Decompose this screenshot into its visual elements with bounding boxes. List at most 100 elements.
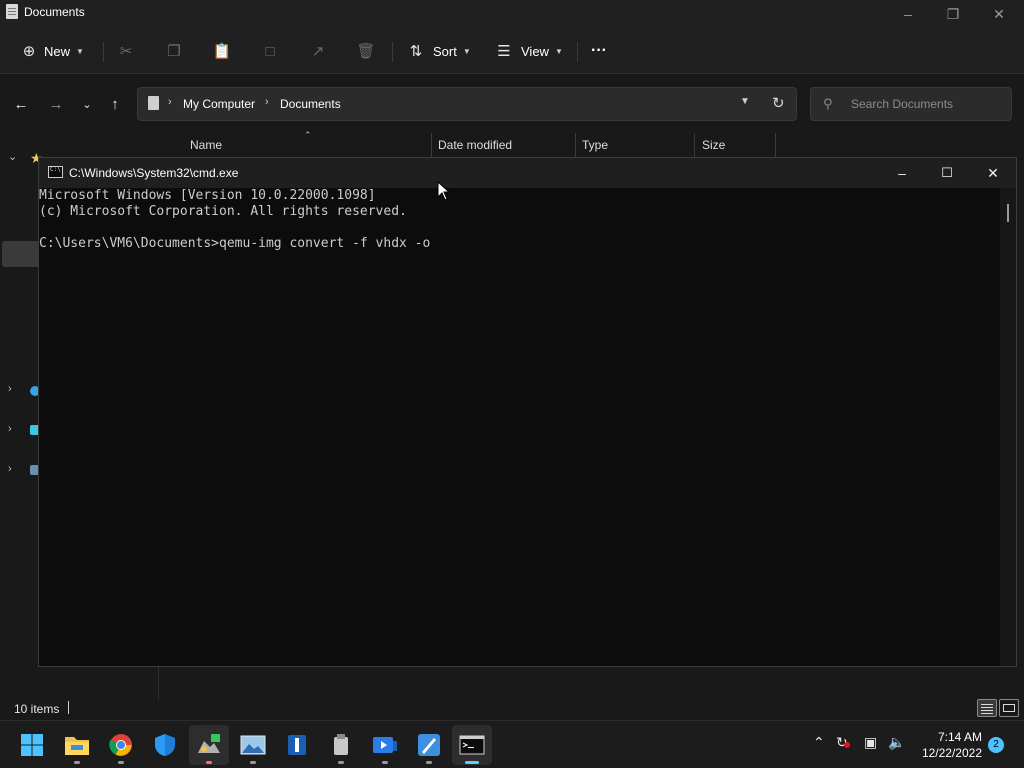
status-divider: [68, 701, 69, 714]
notification-badge[interactable]: 2: [988, 737, 1004, 753]
cmd-scrollbar[interactable]: [1000, 188, 1016, 666]
show-hidden-icons-chevron-icon[interactable]: ⌃: [813, 734, 825, 751]
taskbar-app-9[interactable]: [365, 725, 405, 765]
console-prompt-line[interactable]: C:\Users\VM6\Documents>qemu-img convert …: [39, 236, 430, 251]
windows-logo-icon: [21, 734, 43, 756]
details-view-button[interactable]: [977, 699, 997, 717]
taskbar-windows-security[interactable]: [145, 725, 185, 765]
address-dropdown-icon[interactable]: ▼: [740, 96, 750, 107]
breadcrumb-documents[interactable]: Documents: [280, 97, 341, 111]
taskbar-file-explorer[interactable]: [57, 725, 97, 765]
media-icon: [373, 737, 397, 753]
taskbar-app-7[interactable]: [277, 725, 317, 765]
chrome-icon: [109, 734, 132, 756]
clipboard-icon: 📋: [212, 43, 232, 60]
taskbar-app-10[interactable]: [409, 725, 449, 765]
column-header-name[interactable]: Name: [190, 133, 432, 157]
scrollbar-thumb[interactable]: [1007, 204, 1009, 222]
taskbar-command-prompt[interactable]: [452, 725, 492, 765]
back-arrow-icon[interactable]: ←: [10, 93, 32, 115]
plus-circle-icon: ⊕: [22, 43, 36, 60]
command-prompt-window: C:\Windows\System32\cmd.exe – ☐ ✕ Micros…: [38, 157, 1017, 667]
restore-button[interactable]: ❐: [930, 0, 976, 28]
trash-icon: 🗑: [356, 43, 376, 60]
search-icon: ⚲: [823, 96, 833, 111]
expand-chevron-icon[interactable]: ›: [8, 463, 12, 475]
tiles-view-button[interactable]: [999, 699, 1019, 717]
running-indicator: [74, 761, 80, 764]
cut-button[interactable]: ✂: [117, 36, 135, 66]
up-arrow-icon[interactable]: ↑: [104, 93, 126, 115]
command-bar: ⊕ New ▼ ✂ ❐ 📋 □ ↗ 🗑 ⇅ Sort ▼ ☰ View ▼ ··…: [0, 28, 1024, 74]
column-header-date-modified[interactable]: Date modified: [438, 133, 576, 157]
new-button-label: New: [44, 43, 71, 59]
view-list-icon: ☰: [497, 43, 511, 60]
view-button-label: View: [521, 43, 549, 59]
search-input[interactable]: [851, 96, 1001, 112]
taskbar-app-active[interactable]: [189, 725, 229, 765]
rename-button[interactable]: □: [261, 36, 279, 66]
delete-button[interactable]: 🗑: [356, 36, 376, 66]
share-icon: ↗: [311, 43, 325, 60]
volume-icon[interactable]: 🔈: [888, 734, 905, 751]
expand-chevron-icon[interactable]: ›: [8, 383, 12, 395]
column-header-size[interactable]: Size: [702, 133, 776, 157]
breadcrumb-my-computer[interactable]: My Computer: [183, 97, 255, 111]
address-row: ← → ⌄ ↑ › My Computer › Documents ▼ ↻ ⚲: [0, 75, 1024, 133]
cmd-titlebar[interactable]: C:\Windows\System32\cmd.exe – ☐ ✕: [39, 158, 1016, 188]
app-icon: [198, 734, 220, 753]
network-icon[interactable]: ▣: [864, 734, 877, 751]
chevron-down-icon: ▼: [554, 46, 563, 56]
expand-chevron-icon[interactable]: ⌄: [8, 150, 17, 163]
expand-chevron-icon[interactable]: ›: [8, 423, 12, 435]
recent-locations-chevron-icon[interactable]: ⌄: [76, 93, 98, 115]
shield-icon: [155, 734, 175, 756]
running-indicator: [206, 761, 212, 764]
cmd-minimize-button[interactable]: –: [879, 158, 925, 188]
new-button[interactable]: ⊕ New ▼: [20, 36, 84, 66]
cmd-window-title: C:\Windows\System32\cmd.exe: [69, 166, 239, 180]
document-icon: [148, 96, 159, 110]
running-indicator: [338, 761, 344, 764]
breadcrumb-chevron-icon[interactable]: ›: [168, 96, 172, 108]
share-button[interactable]: ↗: [309, 36, 327, 66]
minimize-button[interactable]: –: [885, 0, 931, 28]
cmd-maximize-button[interactable]: ☐: [924, 158, 970, 188]
column-header-type[interactable]: Type: [582, 133, 695, 157]
copy-icon: ❐: [167, 43, 181, 60]
chevron-down-icon: ▼: [76, 46, 84, 56]
console-output[interactable]: Microsoft Windows [Version 10.0.22000.10…: [39, 188, 1001, 666]
taskbar-app-8[interactable]: [321, 725, 361, 765]
selected-nav-item[interactable]: [2, 241, 42, 267]
scissors-icon: ✂: [119, 43, 133, 60]
view-button[interactable]: ☰ View ▼: [495, 36, 563, 66]
clock-time: 7:14 AM: [937, 730, 982, 744]
start-button[interactable]: [12, 725, 52, 765]
folder-icon: [65, 737, 89, 755]
sort-icon: ⇅: [409, 43, 423, 60]
sort-button-label: Sort: [433, 43, 457, 59]
toolbar-divider: [392, 42, 393, 62]
taskbar-photos[interactable]: [233, 725, 273, 765]
search-box[interactable]: ⚲: [810, 87, 1012, 121]
sync-icon[interactable]: ↻: [836, 734, 850, 751]
explorer-titlebar[interactable]: Documents – ❐ ✕: [0, 0, 1024, 28]
more-options-button[interactable]: ···: [591, 36, 607, 66]
clock-date: 12/22/2022: [921, 746, 982, 760]
copy-button[interactable]: ❐: [165, 36, 183, 66]
running-indicator: [382, 761, 388, 764]
terminal-icon: [459, 735, 485, 755]
cmd-close-button[interactable]: ✕: [970, 158, 1016, 188]
toolbar-divider: [103, 42, 104, 62]
console-line: Microsoft Windows [Version 10.0.22000.10…: [39, 188, 376, 203]
address-bar[interactable]: › My Computer › Documents ▼ ↻: [137, 87, 797, 121]
close-button[interactable]: ✕: [976, 0, 1022, 28]
forward-arrow-icon[interactable]: →: [45, 93, 67, 115]
clock[interactable]: 7:14 AM 12/22/2022: [914, 729, 982, 761]
rename-icon: □: [265, 42, 275, 60]
sort-button[interactable]: ⇅ Sort ▼: [407, 36, 471, 66]
breadcrumb-chevron-icon[interactable]: ›: [265, 96, 269, 108]
taskbar-chrome[interactable]: [101, 725, 141, 765]
refresh-icon[interactable]: ↻: [772, 94, 785, 112]
paste-button[interactable]: 📋: [212, 36, 232, 66]
